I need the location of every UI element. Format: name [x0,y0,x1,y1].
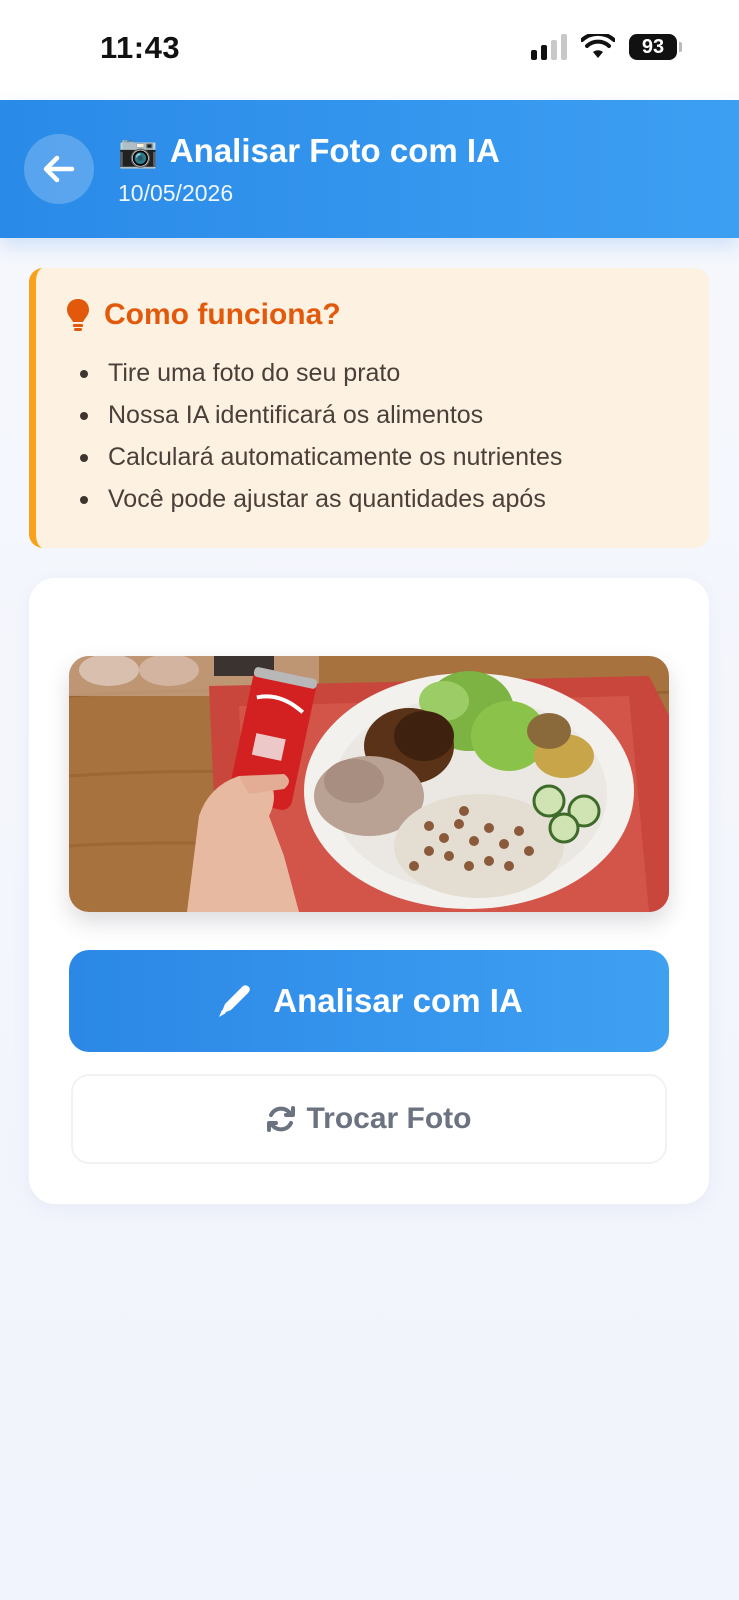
how-it-works-list: Tire uma foto do seu prato Nossa IA iden… [76,352,562,520]
list-item: Calculará automaticamente os nutrientes [76,436,562,478]
page-title: 📷 Analisar Foto com IA [118,132,500,170]
back-button[interactable] [24,134,94,204]
photo-card: Analisar com IA Trocar Foto [29,578,709,1204]
how-it-works-title: Como funciona? [104,298,341,331]
battery-icon: 93 [629,34,682,60]
change-photo-label: Trocar Foto [306,1102,472,1135]
analyze-with-ai-button[interactable]: Analisar com IA [69,950,669,1052]
analyze-button-label: Analisar com IA [273,982,523,1019]
page-title-text: Analisar Foto com IA [169,132,500,169]
meal-photo [69,656,669,912]
status-icons: 93 [531,34,682,60]
change-photo-button[interactable]: Trocar Foto [71,1074,667,1164]
camera-icon: 📷 [118,133,158,169]
list-item: Você pode ajustar as quantidades após [76,478,562,520]
page-date: 10/05/2026 [118,180,234,206]
battery-level: 93 [641,35,665,58]
wifi-icon [581,34,615,58]
how-it-works-card: Como funciona? Tire uma foto do seu prat… [29,268,709,548]
pencil-icon [219,985,251,1017]
lightbulb-icon [67,299,89,331]
how-it-works-heading: Como funciona? [66,298,341,332]
list-item: Tire uma foto do seu prato [76,352,562,394]
page-header: 📷 Analisar Foto com IA 10/05/2026 [0,100,739,238]
refresh-icon [267,1106,296,1132]
arrow-left-icon [43,155,75,183]
cellular-signal-icon [531,34,567,60]
status-time: 11:43 [100,30,181,65]
list-item: Nossa IA identificará os alimentos [76,394,562,436]
status-bar: 11:43 93 [0,0,739,100]
